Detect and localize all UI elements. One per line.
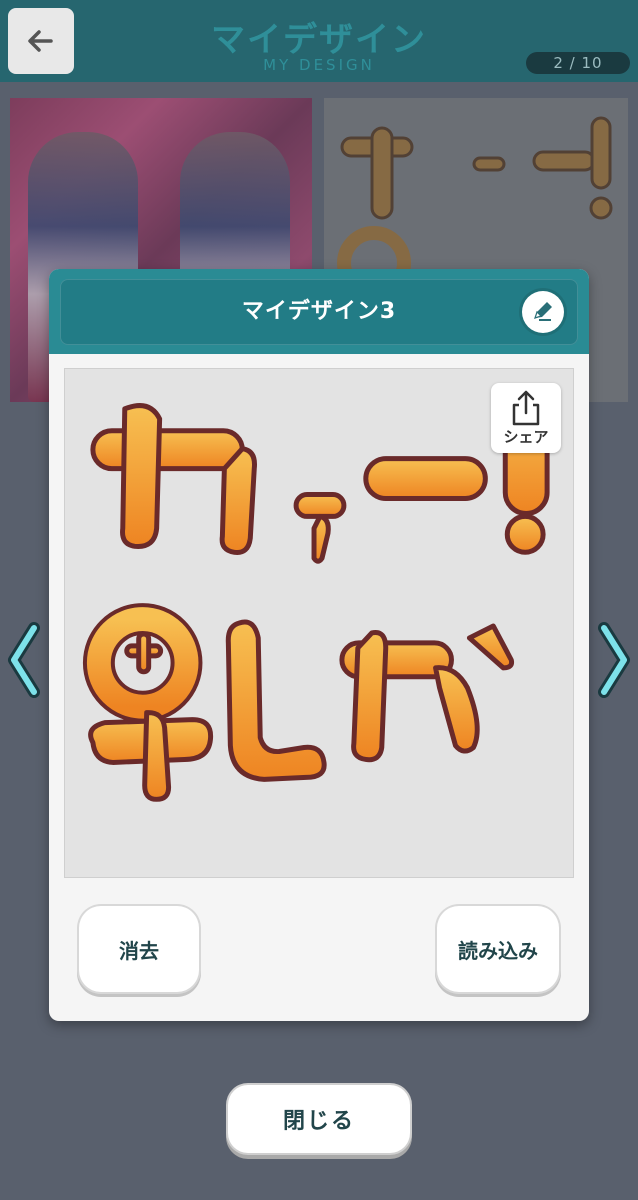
- pencil-icon: [534, 302, 552, 321]
- share-upload-icon: [512, 390, 540, 426]
- share-label: シェア: [503, 428, 549, 446]
- previous-arrow-icon[interactable]: [4, 620, 44, 700]
- dialog-title: マイデザイン3: [241, 299, 397, 324]
- design-canvas: シェア: [64, 368, 574, 878]
- page-counter: 2 / 10: [526, 52, 630, 74]
- erase-button[interactable]: 消去: [79, 906, 199, 992]
- load-button[interactable]: 読み込み: [437, 906, 559, 992]
- next-arrow-icon[interactable]: [594, 620, 634, 700]
- close-button[interactable]: 閉じる: [228, 1085, 410, 1153]
- design-detail-dialog: マイデザイン3 シェア 消去 読み込み: [49, 269, 589, 1021]
- dialog-header: マイデザイン3: [49, 269, 589, 354]
- header-bar: マイデザイン MY DESIGN 2 / 10: [0, 0, 638, 82]
- dialog-title-bar: マイデザイン3: [60, 279, 578, 345]
- edit-name-button[interactable]: [522, 291, 564, 333]
- share-button[interactable]: シェア: [491, 383, 561, 453]
